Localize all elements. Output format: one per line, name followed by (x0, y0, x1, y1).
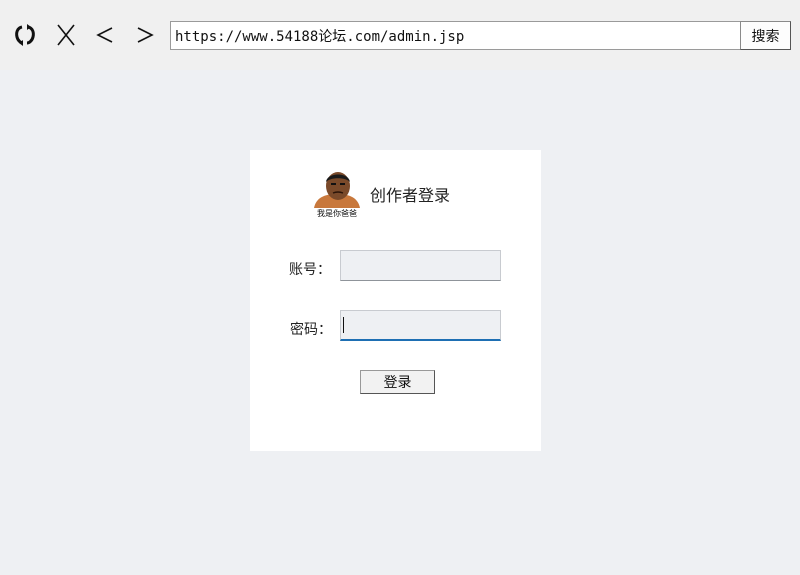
refresh-button[interactable] (11, 20, 39, 50)
login-title: 创作者登录 (370, 186, 451, 205)
account-input[interactable] (340, 250, 501, 281)
avatar-caption: 我是你爸爸 (317, 209, 357, 218)
url-input[interactable] (170, 21, 740, 50)
back-button[interactable] (91, 20, 119, 50)
forward-button[interactable] (131, 20, 159, 50)
stop-button[interactable] (52, 20, 80, 50)
login-button[interactable]: 登录 (360, 370, 435, 394)
password-label: 密码： (290, 322, 332, 338)
chevron-right-icon (135, 24, 155, 46)
chevron-left-icon (95, 24, 115, 46)
browser-toolbar: 搜索 (0, 0, 800, 70)
avatar: 我是你爸爸 (312, 168, 362, 222)
search-button[interactable]: 搜索 (740, 21, 791, 50)
text-caret (343, 317, 344, 333)
page-content: 我是你爸爸 创作者登录 账号： 密码： 登录 (0, 70, 800, 575)
password-input[interactable] (340, 310, 501, 341)
close-icon (55, 23, 77, 47)
login-header: 我是你爸爸 创作者登录 (312, 168, 450, 222)
login-card: 我是你爸爸 创作者登录 账号： 密码： 登录 (250, 150, 541, 451)
refresh-icon (13, 23, 37, 47)
account-label: 账号： (289, 262, 331, 278)
